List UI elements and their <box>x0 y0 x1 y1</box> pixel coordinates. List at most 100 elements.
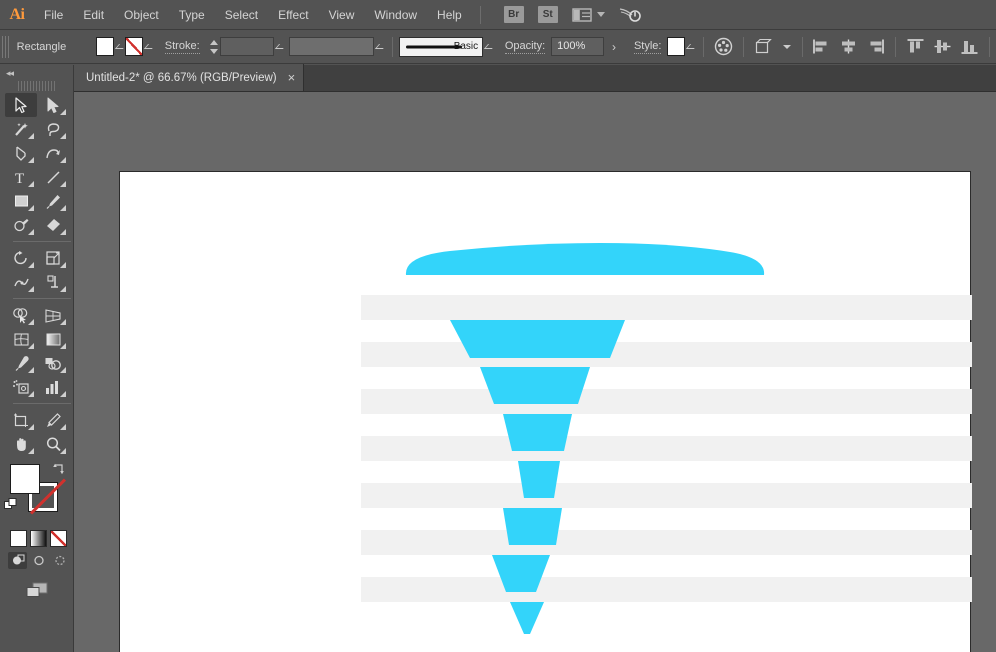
menubar-divider <box>479 5 481 24</box>
change-screen-mode-icon[interactable] <box>0 581 73 601</box>
menu-view[interactable]: View <box>319 0 365 30</box>
document-canvas[interactable] <box>74 92 996 652</box>
stroke-profile-input[interactable] <box>289 37 375 56</box>
menu-window[interactable]: Window <box>364 0 427 30</box>
workspace-switcher-icon[interactable] <box>571 7 593 23</box>
fill-dropdown-icon[interactable] <box>114 37 126 56</box>
swap-fill-stroke-icon[interactable] <box>52 462 66 476</box>
slice-tool[interactable] <box>37 408 69 432</box>
draw-normal-button[interactable] <box>8 552 27 569</box>
illustrator-window: Ai File Edit Object Type Select Effect V… <box>0 0 996 652</box>
transform-panel-icon[interactable] <box>754 36 774 58</box>
stroke-profile-dropdown-icon[interactable] <box>374 37 386 56</box>
graphic-style-swatch[interactable] <box>667 37 686 56</box>
collapse-panel-icon[interactable]: ◂◂ <box>6 68 14 79</box>
menu-effect[interactable]: Effect <box>268 0 318 30</box>
funnel-chart-artwork[interactable] <box>120 172 972 652</box>
stroke-swatch[interactable] <box>125 37 144 56</box>
app-logo-icon: Ai <box>9 5 26 23</box>
transform-chevron-down-icon[interactable] <box>782 44 791 49</box>
funnel-segment-2 <box>450 320 625 358</box>
document-tab-title: Untitled-2* @ 66.67% (RGB/Preview) <box>86 71 277 84</box>
control-divider-3 <box>742 36 744 57</box>
eraser-tool[interactable] <box>37 213 69 237</box>
artboard <box>119 171 972 652</box>
color-swatch-button[interactable] <box>10 530 27 547</box>
pen-tool[interactable] <box>5 141 37 165</box>
control-divider-1 <box>392 36 393 57</box>
default-fill-stroke-icon[interactable] <box>4 498 18 512</box>
lasso-tool[interactable] <box>37 117 69 141</box>
scale-tool[interactable] <box>37 246 69 270</box>
stock-button[interactable]: St <box>537 6 558 23</box>
column-graph-tool[interactable] <box>37 375 69 399</box>
type-tool[interactable]: T <box>5 165 37 189</box>
brush-dropdown-icon[interactable] <box>483 37 495 56</box>
rectangle-tool[interactable] <box>5 189 37 213</box>
funnel-segment-5 <box>518 461 560 498</box>
stroke-dropdown-icon[interactable] <box>143 37 155 56</box>
rotate-tool[interactable] <box>5 246 37 270</box>
artboard-tool[interactable] <box>5 408 37 432</box>
search-adobe-stock-icon[interactable] <box>617 5 643 25</box>
style-dropdown-icon[interactable] <box>685 37 697 56</box>
align-left-icon[interactable] <box>812 36 831 58</box>
selection-tool[interactable] <box>5 93 37 117</box>
free-transform-tool[interactable] <box>37 270 69 294</box>
menu-help[interactable]: Help <box>427 0 472 30</box>
symbol-sprayer-tool[interactable] <box>5 375 37 399</box>
align-vertical-center-icon[interactable] <box>933 36 952 58</box>
control-divider-4 <box>801 36 803 57</box>
eyedropper-tool[interactable] <box>5 351 37 375</box>
fill-swatch[interactable] <box>95 37 114 56</box>
align-horizontal-center-icon[interactable] <box>839 36 858 58</box>
perspective-grid-tool[interactable] <box>37 303 69 327</box>
stroke-weight-stepper[interactable] <box>209 38 219 56</box>
funnel-segment-4 <box>503 414 572 451</box>
gradient-button[interactable] <box>30 530 47 547</box>
recolor-artwork-icon[interactable] <box>714 36 733 58</box>
gradient-tool[interactable] <box>37 327 69 351</box>
stroke-weight-dropdown-icon[interactable] <box>274 37 286 56</box>
workspace-chevron-down-icon[interactable] <box>596 12 605 17</box>
close-icon[interactable]: × <box>288 71 296 84</box>
document-tab[interactable]: Untitled-2* @ 66.67% (RGB/Preview) × <box>74 64 305 91</box>
draw-inside-button[interactable] <box>50 552 69 569</box>
object-type-label: Rectangle <box>16 40 67 53</box>
tools-divider-3 <box>13 403 71 404</box>
funnel-segment-8 <box>510 602 544 634</box>
fill-color-swatch[interactable] <box>10 464 40 494</box>
opacity-input[interactable]: 100% <box>551 37 604 56</box>
blend-tool[interactable] <box>37 351 69 375</box>
brush-definition-select[interactable]: Basic <box>398 36 484 57</box>
control-bar-grip[interactable] <box>2 35 9 58</box>
funnel-segment-6 <box>503 508 562 545</box>
paintbrush-tool[interactable] <box>37 189 69 213</box>
align-right-icon[interactable] <box>866 36 885 58</box>
direct-selection-tool[interactable] <box>37 93 69 117</box>
menu-select[interactable]: Select <box>215 0 268 30</box>
line-segment-tool[interactable] <box>37 165 69 189</box>
shaper-pencil-tool[interactable] <box>5 213 37 237</box>
align-top-icon[interactable] <box>906 36 925 58</box>
menu-file[interactable]: File <box>34 0 73 30</box>
shape-builder-tool[interactable] <box>5 303 37 327</box>
bridge-button[interactable]: Br <box>503 6 524 23</box>
curvature-tool[interactable] <box>37 141 69 165</box>
width-warp-tool[interactable] <box>5 270 37 294</box>
tools-panel-grip[interactable] <box>18 81 55 91</box>
menu-object[interactable]: Object <box>114 0 169 30</box>
opacity-expand-icon[interactable]: › <box>604 40 624 54</box>
control-divider-6 <box>989 36 991 57</box>
stroke-weight-input[interactable] <box>219 37 274 56</box>
menu-edit[interactable]: Edit <box>73 0 114 30</box>
magic-wand-tool[interactable] <box>5 117 37 141</box>
control-divider-5 <box>895 36 897 57</box>
hand-tool[interactable] <box>5 432 37 456</box>
none-button[interactable] <box>50 530 67 547</box>
draw-behind-button[interactable] <box>29 552 48 569</box>
mesh-tool[interactable] <box>5 327 37 351</box>
menu-type[interactable]: Type <box>169 0 215 30</box>
zoom-tool[interactable] <box>37 432 69 456</box>
align-bottom-icon[interactable] <box>960 36 979 58</box>
